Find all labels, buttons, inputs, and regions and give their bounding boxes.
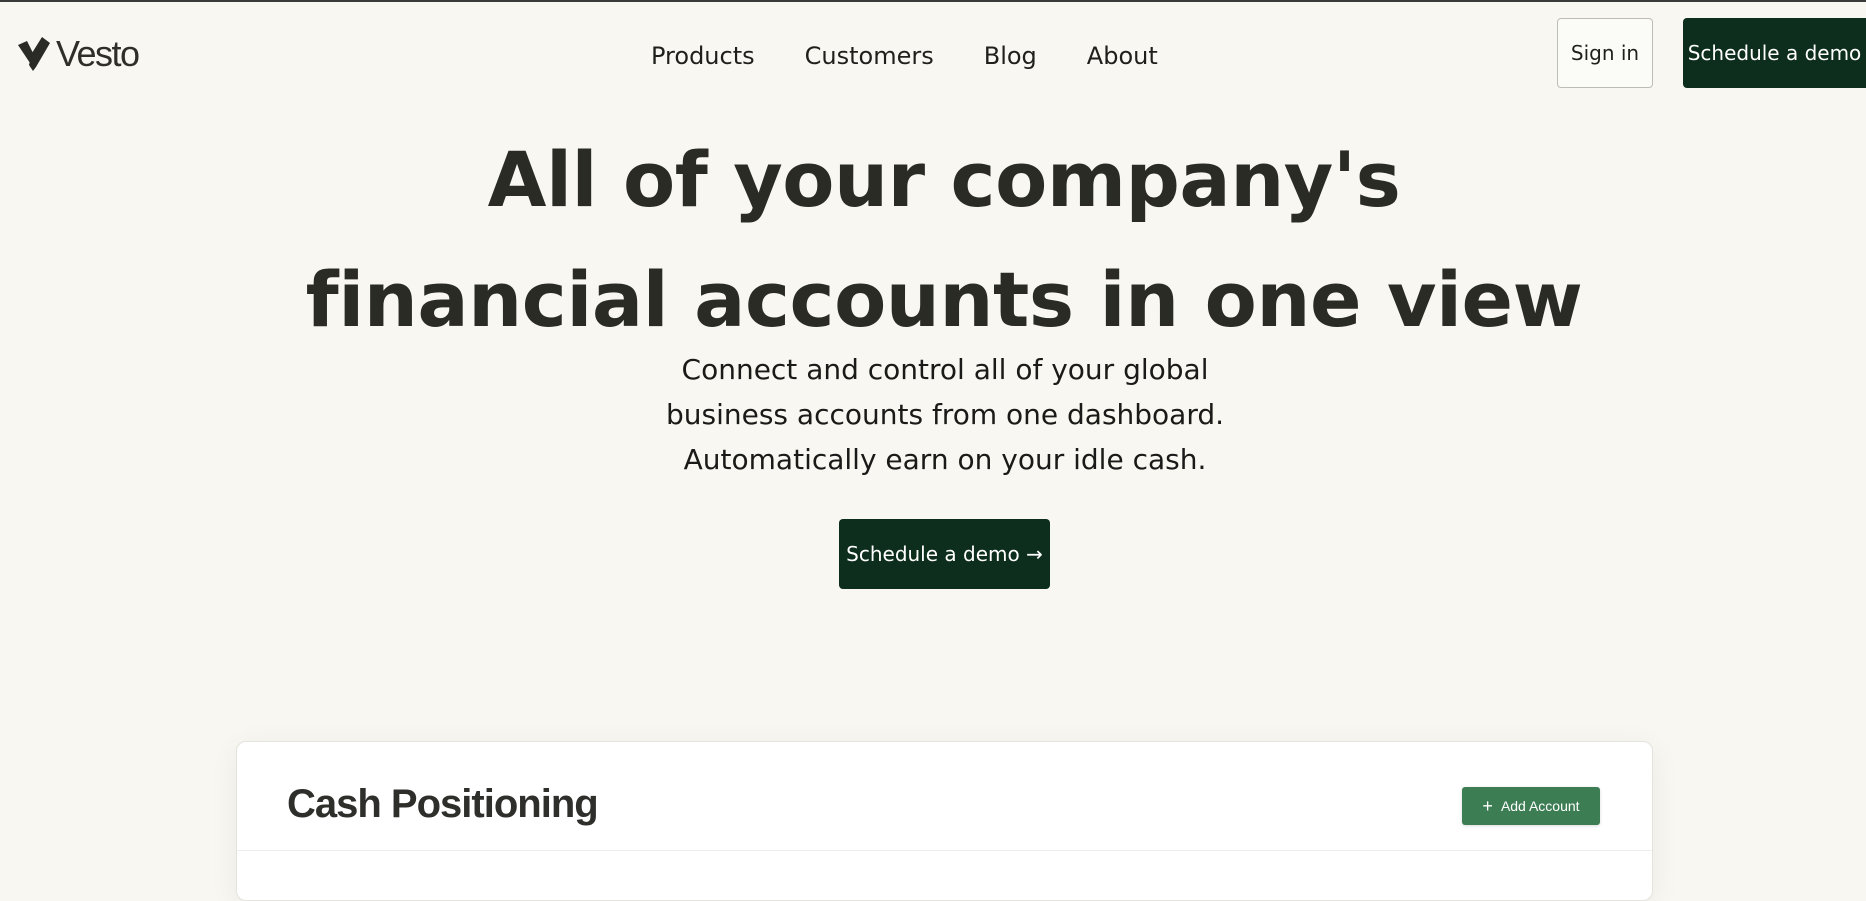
sign-in-button[interactable]: Sign in [1557,18,1653,88]
add-account-label: Add Account [1500,798,1580,814]
site-header: Vesto Products Customers Blog About Sign… [0,2,1866,106]
schedule-demo-hero-button[interactable]: Schedule a demo → [839,519,1050,589]
schedule-demo-header-button[interactable]: Schedule a demo [1683,18,1866,88]
vesto-logo-icon [18,37,50,71]
card-divider [237,850,1652,851]
hero-subtitle: Connect and control all of your global b… [665,353,1225,476]
nav-customers[interactable]: Customers [805,40,934,72]
plus-icon: + [1482,796,1493,816]
main-nav: Products Customers Blog About [651,40,1158,72]
logo-link[interactable]: Vesto [18,33,140,74]
hero-title-line-1: All of your company's [487,135,1401,224]
nav-blog[interactable]: Blog [984,40,1037,72]
add-account-button[interactable]: + Add Account [1462,787,1600,825]
nav-about[interactable]: About [1087,40,1158,72]
cash-positioning-title: Cash Positioning [287,782,599,826]
logo-text: Vesto [56,33,140,74]
nav-products[interactable]: Products [651,40,755,72]
hero-title-line-2: financial accounts in one view [305,255,1583,344]
cash-positioning-card: Cash Positioning + Add Account [236,741,1653,901]
hero-title: All of your company's financial accounts… [0,120,1866,360]
